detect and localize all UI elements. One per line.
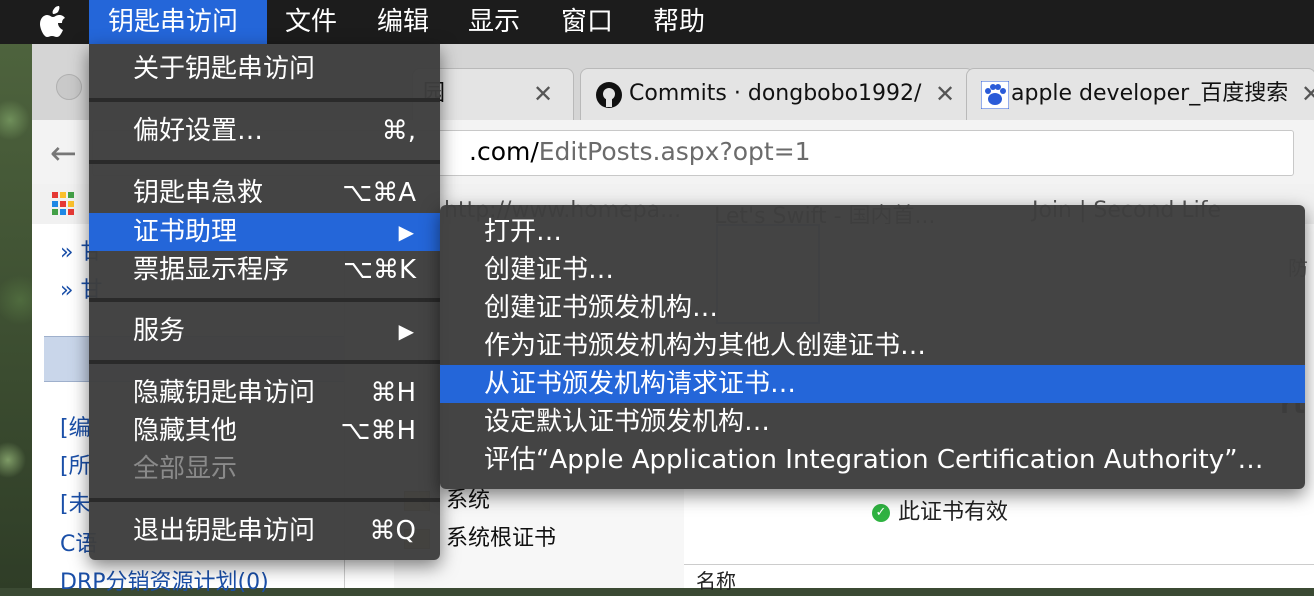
sidebar-link[interactable]: [编 [60, 410, 91, 442]
menu-item-quit[interactable]: 退出钥匙串访问 ⌘Q [89, 512, 440, 550]
column-header-name[interactable]: 名称 [684, 564, 1314, 593]
menu-window[interactable]: 窗口 [542, 0, 632, 44]
menu-keychain-access[interactable]: 钥匙串访问 [89, 0, 267, 44]
menu-item-hide-keychain[interactable]: 隐藏钥匙串访问 ⌘H [89, 374, 440, 412]
github-icon [596, 82, 622, 108]
baidu-paw-icon [981, 81, 1009, 109]
checkmark-icon: ✓ [872, 504, 890, 522]
tab-label: apple developer_百度搜索 [1011, 81, 1289, 106]
tab-close-icon[interactable]: ✕ [1301, 69, 1314, 119]
back-arrow-icon[interactable]: ← [50, 134, 77, 172]
apps-grid-icon[interactable] [52, 192, 76, 216]
menu-item-about[interactable]: 关于钥匙串访问 [89, 50, 440, 88]
menu-item-show-all: 全部显示 [133, 454, 238, 484]
menu-item-ticket-viewer[interactable]: 票据显示程序 ⌥⌘K [89, 251, 440, 289]
menu-bar: 钥匙串访问 文件 编辑 显示 窗口 帮助 [0, 0, 1314, 44]
submenu-item-create-certificate[interactable]: 创建证书… [440, 251, 1305, 289]
menu-item-certificate-assistant[interactable]: 证书助理 ▶ [89, 213, 440, 251]
menu-help[interactable]: 帮助 [634, 0, 724, 44]
certificate-assistant-submenu: 打开… 创建证书… 创建证书颁发机构… 作为证书颁发机构为其他人创建证书… 从证… [440, 205, 1305, 489]
submenu-item-evaluate[interactable]: 评估“Apple Application Integration Certifi… [440, 441, 1305, 479]
submenu-item-create-ca[interactable]: 创建证书颁发机构… [440, 289, 1305, 327]
tab-baidu-search[interactable]: apple developer_百度搜索 ✕ [966, 68, 1314, 120]
submenu-item-request-from-ca[interactable]: 从证书颁发机构请求证书… [440, 365, 1305, 403]
keychain-app-menu: 关于钥匙串访问 偏好设置… ⌘, 钥匙串急救 ⌥⌘A 证书助理 ▶ 票据显示程序 ⌥⌘K… [89, 44, 440, 560]
tab-github-commits[interactable]: Commits · dongbobo1992/ ✕ [580, 68, 974, 120]
sidebar-link[interactable]: [未 [60, 486, 91, 518]
submenu-arrow-icon: ▶ [398, 220, 414, 244]
submenu-item-open[interactable]: 打开… [440, 213, 1305, 251]
menu-separator [89, 360, 440, 364]
submenu-arrow-icon: ▶ [398, 319, 414, 343]
submenu-item-create-for-others[interactable]: 作为证书颁发机构为其他人创建证书… [440, 327, 1305, 365]
menu-file[interactable]: 文件 [266, 0, 356, 44]
menu-item-first-aid[interactable]: 钥匙串急救 ⌥⌘A [89, 174, 440, 212]
menu-separator [89, 98, 440, 102]
tab-close-icon[interactable]: ✕ [533, 69, 553, 119]
window-close-button[interactable] [56, 74, 82, 100]
menu-edit[interactable]: 编辑 [358, 0, 448, 44]
url-text: .com/EditPosts.aspx?opt=1 [469, 137, 811, 166]
menu-separator [89, 160, 440, 164]
tab-label: Commits · dongbobo1992/ [629, 81, 922, 106]
apple-logo-icon[interactable] [36, 5, 74, 39]
tab-close-icon[interactable]: ✕ [935, 69, 955, 119]
menu-view[interactable]: 显示 [449, 0, 539, 44]
sidebar-link[interactable]: [所 [60, 448, 91, 480]
menu-item-hide-others[interactable]: 隐藏其他 ⌥⌘H [89, 412, 440, 450]
menu-item-preferences[interactable]: 偏好设置… ⌘, [89, 112, 440, 150]
certificate-valid-status: ✓ 此证书有效 [872, 494, 1008, 526]
submenu-item-set-default-ca[interactable]: 设定默认证书颁发机构… [440, 403, 1305, 441]
sidebar-link[interactable]: DRP分销资源计划(0) [60, 564, 269, 596]
menu-item-services[interactable]: 服务 ▶ [89, 312, 440, 350]
menu-separator [89, 498, 440, 502]
menu-separator [89, 298, 440, 302]
